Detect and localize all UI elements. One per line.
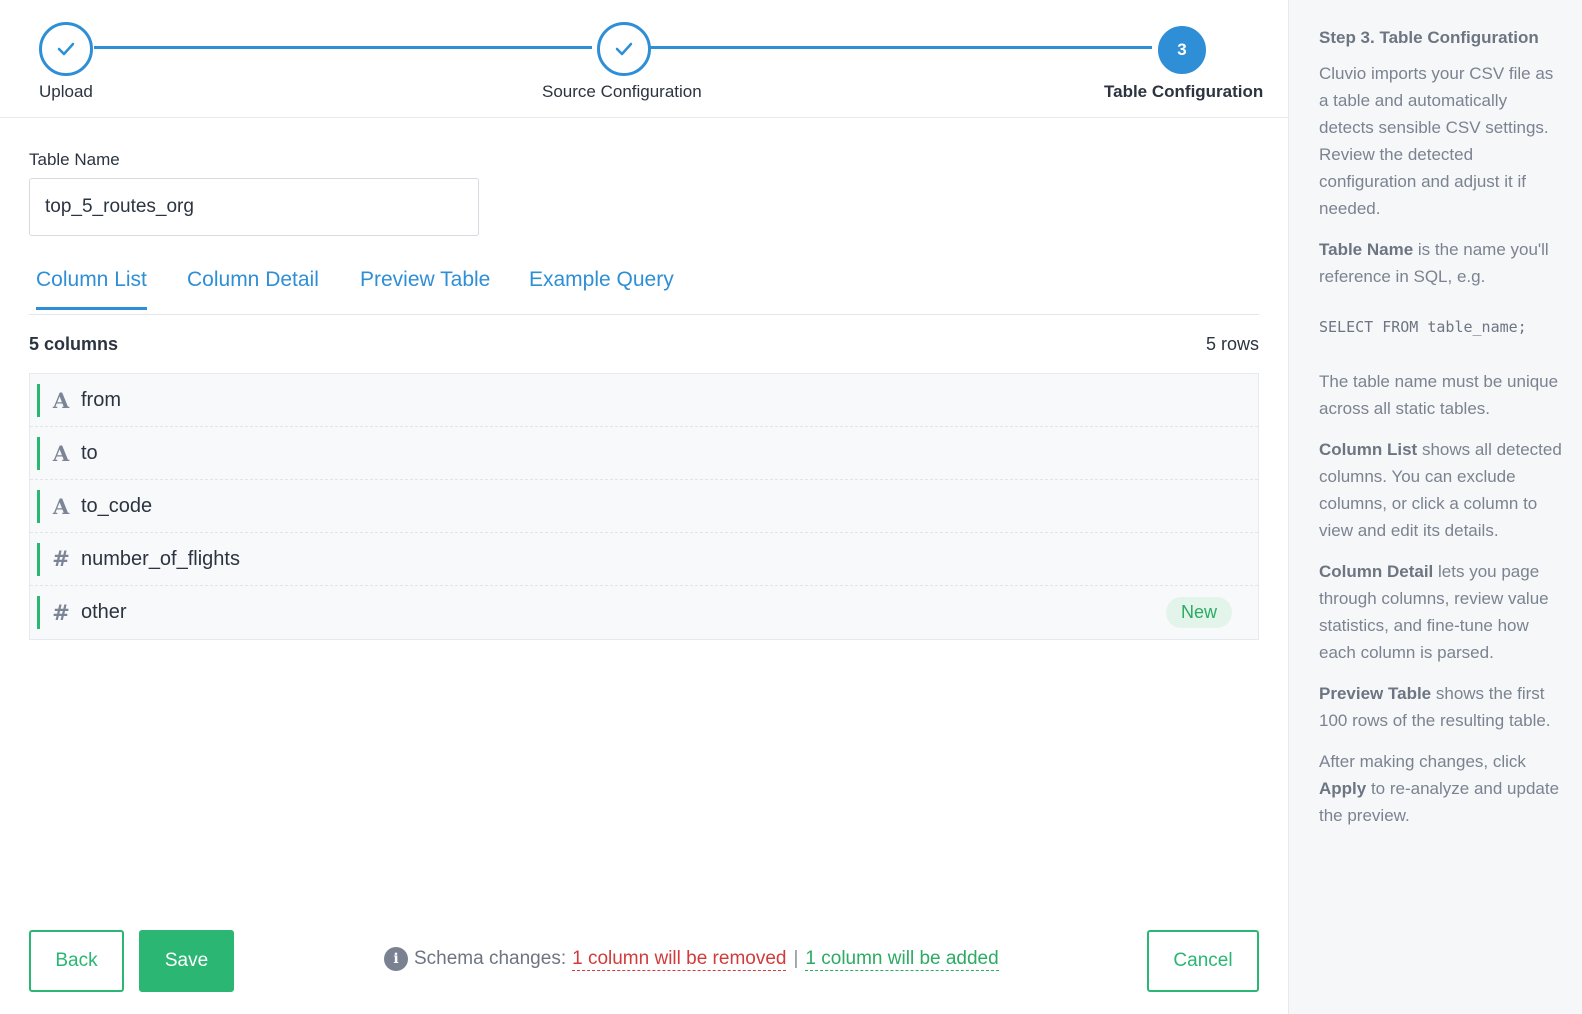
step-source-check-icon[interactable] <box>597 22 651 76</box>
help-term: Preview Table <box>1319 684 1432 703</box>
text-type-icon: A <box>52 440 70 466</box>
help-table-name: Table Name is the name you'll reference … <box>1319 240 1549 286</box>
column-name: other <box>81 601 127 623</box>
info-icon: i <box>384 947 408 971</box>
help-term: Column Detail <box>1319 562 1434 581</box>
help-preview: Preview Table shows the first 100 rows o… <box>1319 684 1551 730</box>
help-title: Step 3. Table Configuration <box>1319 28 1539 47</box>
column-list: A from A to A to_code # number_of_flight… <box>29 373 1259 640</box>
table-name-input[interactable] <box>29 178 479 236</box>
column-row[interactable]: A from <box>30 374 1258 427</box>
help-intro: Cluvio imports your CSV file as a table … <box>1319 64 1554 218</box>
step-label-table: Table Configuration <box>1104 82 1264 101</box>
cancel-button[interactable]: Cancel <box>1147 930 1259 992</box>
tab-preview-table[interactable]: Preview Table <box>360 268 490 292</box>
column-name: number_of_flights <box>81 547 240 570</box>
row-count: 5 rows <box>1205 334 1259 354</box>
help-term: Table Name <box>1319 240 1414 259</box>
column-status-bar <box>37 437 40 470</box>
column-status-bar <box>37 596 40 629</box>
number-type-icon: # <box>52 600 70 625</box>
column-row[interactable]: # number_of_flights <box>30 533 1258 586</box>
text-type-icon: A <box>52 387 70 413</box>
tab-column-list[interactable]: Column List <box>36 268 147 310</box>
tab-example-query[interactable]: Example Query <box>529 268 674 292</box>
column-name: to_code <box>81 494 153 517</box>
table-name-label: Table Name <box>29 150 120 169</box>
back-button[interactable]: Back <box>29 930 124 992</box>
column-status-bar <box>37 384 40 417</box>
tab-bar: Column List Column Detail Preview Table … <box>29 258 1259 315</box>
sql-example: SELECT FROM table_name; <box>1319 318 1527 336</box>
text-type-icon: A <box>52 493 70 519</box>
help-term: Column List <box>1319 440 1418 459</box>
column-row[interactable]: A to_code <box>30 480 1258 533</box>
help-column-list: Column List shows all detected columns. … <box>1319 440 1562 540</box>
schema-changes-summary: i Schema changes: 1 column will be remov… <box>384 947 999 971</box>
step-label-source[interactable]: Source Configuration <box>542 82 702 102</box>
schema-changes-label: Schema changes: <box>414 948 567 969</box>
column-row[interactable]: A to <box>30 427 1258 480</box>
column-count: 5 columns <box>29 334 119 354</box>
step-label-upload[interactable]: Upload <box>39 82 93 102</box>
step-table-number: 3 <box>1158 26 1206 74</box>
column-row[interactable]: # other New <box>30 586 1258 639</box>
help-column-detail: Column Detail lets you page through colu… <box>1319 562 1549 662</box>
added-columns-link[interactable]: 1 column will be added <box>805 948 999 971</box>
help-sidebar: Step 3. Table Configuration Cluvio impor… <box>1288 0 1582 1014</box>
column-status-bar <box>37 490 40 523</box>
column-name: from <box>81 388 121 411</box>
help-unique-note: The table name must be unique across all… <box>1319 372 1559 418</box>
new-column-badge: New <box>1165 597 1232 628</box>
step-connector <box>94 46 592 49</box>
step-connector <box>648 46 1152 49</box>
removed-columns-link[interactable]: 1 column will be removed <box>572 948 787 971</box>
help-apply: After making changes, click Apply to re-… <box>1319 752 1560 825</box>
schema-separator: | <box>793 948 799 969</box>
wizard-stepper: Upload Source Configuration 3 Table Conf… <box>0 0 1288 118</box>
save-button[interactable]: Save <box>139 930 234 992</box>
help-term: Apply <box>1319 779 1367 798</box>
tab-column-detail[interactable]: Column Detail <box>187 268 319 292</box>
column-status-bar <box>37 543 40 576</box>
number-type-icon: # <box>52 547 70 571</box>
column-name: to <box>81 441 98 464</box>
main-panel: Upload Source Configuration 3 Table Conf… <box>0 0 1288 1014</box>
step-upload-check-icon[interactable] <box>39 22 93 76</box>
